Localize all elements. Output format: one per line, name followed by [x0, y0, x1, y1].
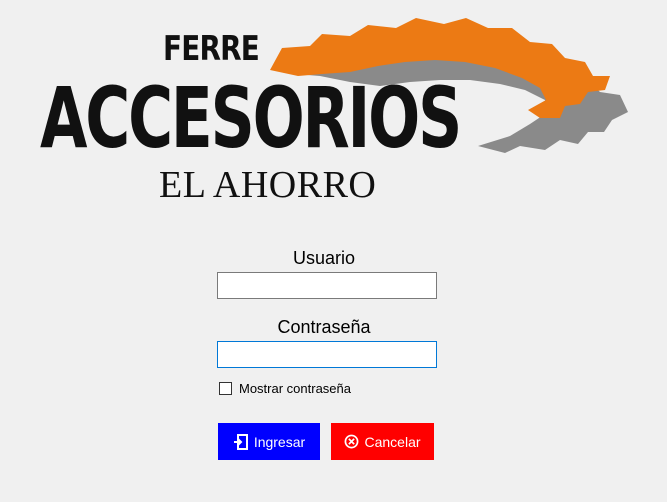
show-password-checkbox[interactable] [219, 382, 232, 395]
ingresar-button[interactable]: Ingresar [218, 423, 320, 460]
usuario-input[interactable] [217, 272, 437, 299]
cancelar-button[interactable]: Cancelar [331, 423, 434, 460]
ingresar-button-label: Ingresar [253, 433, 306, 450]
show-password-label: Mostrar contraseña [239, 381, 351, 396]
brand-logo: FERRE ACCESORIOS EL AHORRO [0, 0, 667, 220]
password-label: Contraseña [277, 317, 371, 337]
door-enter-icon [233, 433, 248, 450]
cancel-circle-icon [345, 434, 359, 449]
show-password-toggle[interactable]: Mostrar contraseña [219, 381, 351, 396]
usuario-label: Usuario [292, 248, 356, 268]
logo-ferre-text: FERRE [163, 29, 260, 69]
password-input[interactable] [217, 341, 437, 368]
logo-el-ahorro-text: EL AHORRO [159, 164, 377, 206]
cancelar-button-label: Cancelar [364, 433, 421, 450]
logo-accesorios-text: ACCESORIOS [40, 69, 462, 167]
